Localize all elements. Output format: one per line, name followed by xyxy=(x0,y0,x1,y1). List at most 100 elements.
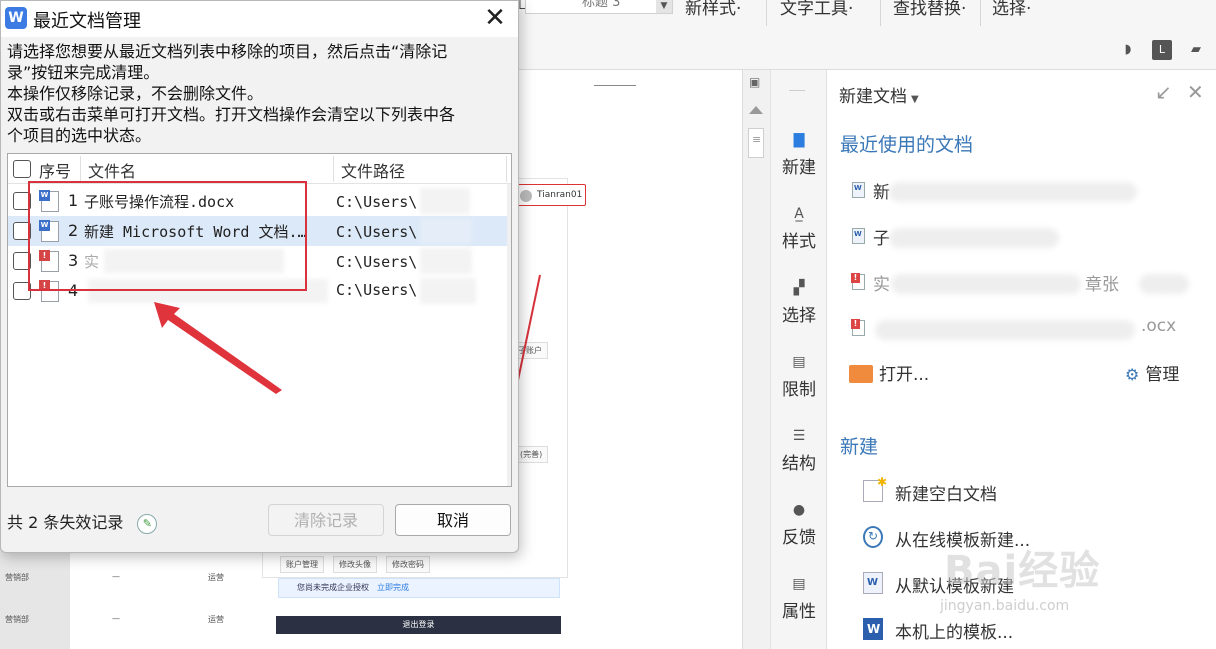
row-seq: 4 xyxy=(68,281,79,300)
document-scrollbar[interactable]: ▣ xyxy=(742,70,770,649)
column-header-name[interactable]: 文件名 xyxy=(88,158,136,182)
redacted-text xyxy=(104,249,284,273)
new-from-online-template-button[interactable]: 从在线模板新建... xyxy=(863,526,1030,551)
word-doc-icon xyxy=(39,220,59,242)
paragraph-icon[interactable]: ◗ xyxy=(1118,40,1138,60)
clear-records-button[interactable]: 清除记录 xyxy=(268,504,384,536)
new-blank-doc-button[interactable]: 新建空白文档 xyxy=(863,475,997,505)
default-template-icon xyxy=(863,572,883,594)
dialog-instructions: 请选择您想要从最近文档列表中移除的项目，然后点击“清除记 录”按钮来完成清理。 … xyxy=(7,41,515,146)
tab-label: 选择 xyxy=(782,306,816,326)
manage-label: 管理 xyxy=(1145,365,1180,385)
recent-doc-item[interactable]: 实 章张 xyxy=(849,270,1189,298)
new-doc-icon: ▇ xyxy=(793,132,805,148)
column-separator[interactable] xyxy=(80,156,81,182)
redacted-text xyxy=(1139,274,1189,294)
instruction-line: 请选择您想要从最近文档列表中移除的项目，然后点击“清除记 xyxy=(7,42,448,61)
heading-style-box[interactable]: 标题 3 ▼ xyxy=(525,0,673,14)
table-row[interactable]: 4 C:\Users\ \… xyxy=(8,276,511,306)
row-checkbox[interactable] xyxy=(13,192,31,210)
select-button[interactable]: 选择· xyxy=(992,0,1031,19)
tab-label: 样式 xyxy=(782,232,816,252)
column-separator[interactable] xyxy=(333,156,334,182)
table-row[interactable]: 2 新建 Microsoft Word 文档.… C:\Users\ 方\… xyxy=(8,216,511,246)
word-doc-icon xyxy=(852,228,865,244)
tab-feedback[interactable]: ● 反馈 xyxy=(771,500,827,548)
missing-doc-icon xyxy=(39,250,59,272)
dialog-title: 最近文档管理 xyxy=(33,11,141,32)
new-style-button[interactable]: 新样式· xyxy=(685,0,741,19)
recent-doc-name: 子 xyxy=(873,229,890,249)
redacted-text xyxy=(875,320,1135,340)
row-checkbox[interactable] xyxy=(13,252,31,270)
close-icon[interactable]: ✕ xyxy=(1187,80,1204,104)
column-header-seq[interactable]: 序号 xyxy=(39,158,71,182)
recent-doc-suffix: .ocx xyxy=(1141,316,1177,336)
row-checkbox[interactable] xyxy=(13,222,31,240)
table-row[interactable]: 1 子账号操作流程.docx C:\Users\ 方\… xyxy=(8,186,511,216)
redacted-text xyxy=(88,279,328,303)
recent-doc-item[interactable]: .ocx xyxy=(849,316,1189,344)
chevron-down-icon[interactable]: ▼ xyxy=(656,0,672,13)
tab-structure[interactable]: ☰ 结构 xyxy=(771,426,827,474)
table-row[interactable]: 3 实 净… C:\Users\ 方\… xyxy=(8,246,511,276)
dialog-titlebar[interactable]: W 最近文档管理 ✕ xyxy=(1,1,518,37)
local-templates-button[interactable]: 本机上的模板... xyxy=(863,618,1013,643)
scroll-thumb[interactable] xyxy=(748,128,764,158)
tab-label: 结构 xyxy=(782,454,816,474)
column-separator[interactable] xyxy=(506,156,507,182)
embedded-notice-text: 您尚未完成企业授权 xyxy=(297,583,369,592)
row-seq: 2 xyxy=(68,221,79,240)
redacted-text xyxy=(420,218,472,244)
wps-writer-icon: W xyxy=(5,7,27,29)
missing-doc-icon xyxy=(851,273,865,290)
tab-label: 限制 xyxy=(782,380,816,400)
cancel-button[interactable]: 取消 xyxy=(395,504,511,536)
tab-label: 反馈 xyxy=(782,528,816,548)
new-from-default-template-button[interactable]: 从默认模板新建 xyxy=(863,572,1014,597)
new-item-label: 新建空白文档 xyxy=(895,485,997,505)
layout-icon[interactable]: L xyxy=(1152,40,1172,60)
word-doc-icon xyxy=(852,182,865,198)
recent-doc-item[interactable]: 新 xyxy=(849,178,1149,206)
structure-icon: ☰ xyxy=(792,428,806,444)
tab-new[interactable]: ▇ 新建 xyxy=(771,130,827,178)
embedded-fix-button: (完善) xyxy=(514,446,549,463)
row-file-name: 新建 Microsoft Word 文档.… xyxy=(84,223,307,241)
embedded-notice: 您尚未完成企业授权 立即完成 xyxy=(278,578,560,598)
list-scrollbar[interactable] xyxy=(507,184,511,486)
comment-icon[interactable]: ▰ xyxy=(1186,40,1206,60)
instruction-line: 双击或右击菜单可打开文档。打开文档操作会清空以下列表中各 xyxy=(7,105,456,124)
recent-doc-name: 实 xyxy=(873,275,890,295)
open-label: 打开... xyxy=(879,365,930,385)
column-header-path[interactable]: 文件路径 xyxy=(341,158,405,182)
text-tools-button[interactable]: 文字工具· xyxy=(780,0,853,19)
broom-icon[interactable]: ✎ xyxy=(137,514,158,534)
recent-doc-item[interactable]: 子 xyxy=(849,224,1149,252)
word-doc-icon xyxy=(39,190,59,212)
tab-restrict[interactable]: ▤ 限制 xyxy=(771,352,827,400)
tab-properties[interactable]: ▤ 属性 xyxy=(771,574,827,622)
task-pane-title[interactable]: 新建文档 ▼ xyxy=(839,82,919,107)
grip-handle[interactable] xyxy=(789,90,805,91)
recent-doc-name: 新 xyxy=(873,183,890,203)
tab-style[interactable]: A̲ 样式 xyxy=(771,204,827,252)
tab-select[interactable]: ▞ 选择 xyxy=(771,278,827,326)
open-button[interactable]: 打开... xyxy=(849,360,929,385)
feedback-icon: ● xyxy=(792,502,806,518)
row-checkbox[interactable] xyxy=(13,282,31,300)
ribbon-separator xyxy=(880,0,881,26)
embedded-logout-button: 退出登录 xyxy=(276,616,561,634)
scroll-up-icon[interactable] xyxy=(749,106,763,114)
select-all-checkbox[interactable] xyxy=(13,160,31,178)
redacted-text xyxy=(889,182,1137,202)
embedded-edit-password: 修改密码 xyxy=(386,556,430,573)
collapse-icon[interactable]: ↙ xyxy=(1155,80,1172,104)
close-icon[interactable]: ✕ xyxy=(479,3,511,35)
page-corner-mark xyxy=(594,70,636,86)
recent-docs-list[interactable]: 序号 文件名 文件路径 1 子账号操作流程.docx C:\Users\ 方\…… xyxy=(7,153,512,487)
new-heading: 新建 xyxy=(840,436,879,458)
manage-button[interactable]: ⚙ 管理 xyxy=(1125,360,1179,385)
split-view-icon[interactable]: ▣ xyxy=(749,75,760,89)
find-replace-button[interactable]: 查找替换· xyxy=(893,0,966,19)
